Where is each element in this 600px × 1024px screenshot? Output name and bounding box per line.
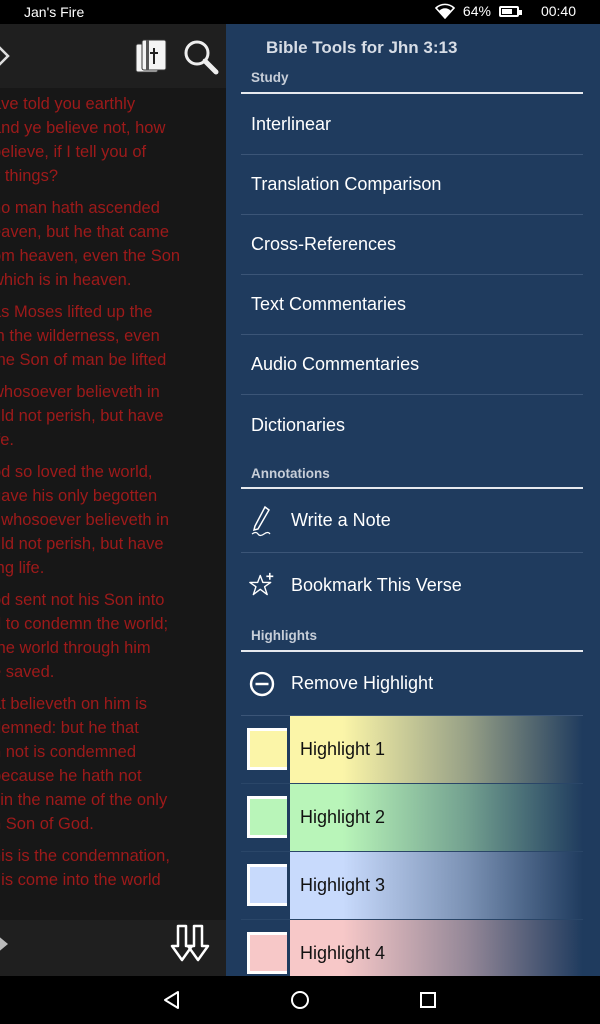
- wifi-icon: [434, 3, 455, 19]
- highlight-option-4[interactable]: Highlight 4: [241, 920, 583, 976]
- section-header-highlights: Highlights: [241, 628, 583, 652]
- reader-toolbar: [0, 24, 226, 88]
- menu-item-label: Interlinear: [251, 114, 332, 134]
- verse-line: uld not perish, but have: [0, 535, 164, 553]
- menu-item-label: Bookmark This Verse: [291, 574, 462, 595]
- highlight-label: Highlight 4: [300, 943, 386, 963]
- menu-item-label: Write a Note: [291, 510, 391, 530]
- star-plus-icon: [249, 570, 275, 600]
- menu-item-audio-commentaries[interactable]: Audio Commentaries: [241, 335, 583, 395]
- highlight-option-2[interactable]: Highlight 2: [241, 784, 583, 852]
- menu-item-write-note[interactable]: Write a Note: [241, 489, 583, 553]
- play-icon[interactable]: [0, 930, 12, 958]
- verse-line: believe, if I tell you of: [0, 143, 147, 161]
- verse-line: om heaven, even the Son: [0, 247, 181, 265]
- verse-line: ave told you earthly: [0, 95, 136, 113]
- verse-paragraph[interactable]: whosoever believeth in uld not perish, bu…: [0, 380, 226, 460]
- menu-item-label: Audio Commentaries: [251, 354, 420, 374]
- verse-line: his is the condemnation,: [0, 847, 170, 865]
- highlight-label: Highlight 3: [300, 875, 386, 895]
- verse-line: l in the name of the only: [0, 791, 168, 809]
- verse-line: od sent not his Son into: [0, 591, 165, 609]
- back-icon[interactable]: [162, 990, 182, 1010]
- verse-paragraph[interactable]: ave told you earthly and ye believe not, …: [0, 92, 226, 196]
- status-icons: 64% 00:40: [434, 3, 576, 19]
- verse-line: od so loved the world,: [0, 463, 153, 481]
- verse-line: t whosoever believeth in: [0, 511, 170, 529]
- verse-line: d to condemn the world;: [0, 615, 169, 633]
- battery-icon: [498, 5, 522, 17]
- verse-line: gave his only begotten: [0, 487, 158, 505]
- carrier-name: Jan's Fire: [24, 4, 85, 20]
- verse-line: h not is condemned: [0, 743, 137, 761]
- menu-item-bookmark-verse[interactable]: Bookmark This Verse: [241, 553, 583, 617]
- section-header-annotations: Annotations: [241, 466, 583, 489]
- verse-line: no man hath ascended: [0, 199, 160, 217]
- verse-line: in the wilderness, even: [0, 327, 160, 345]
- verse-paragraph[interactable]: od sent not his Son into d to condemn the…: [0, 588, 226, 692]
- menu-item-interlinear[interactable]: Interlinear: [241, 95, 583, 155]
- drawer-title: Bible Tools for Jhn 3:13: [266, 38, 458, 57]
- menu-item-label: Cross-References: [251, 234, 397, 254]
- verse-paragraph[interactable]: od so loved the world, gave his only bego…: [0, 460, 226, 588]
- reader-pane: ave told you earthly and ye believe not, …: [0, 24, 226, 976]
- minus-circle-icon: [249, 669, 275, 699]
- reader-bottombar: [0, 920, 226, 976]
- bibles-icon[interactable]: [132, 36, 172, 76]
- menu-item-dictionaries[interactable]: Dictionaries: [241, 395, 583, 455]
- highlight-label: Highlight 2: [300, 807, 386, 827]
- highlight-swatch: [247, 932, 287, 974]
- verse-paragraph[interactable]: no man hath ascended eaven, but he that c…: [0, 196, 226, 300]
- menu-item-label: Text Commentaries: [251, 294, 407, 314]
- scroll-down-icon[interactable]: [168, 924, 212, 966]
- verse-line: at believeth on him is: [0, 695, 148, 713]
- verse-text: ave told you earthly and ye believe not, …: [0, 88, 226, 924]
- verse-line: demned: but he that: [0, 719, 139, 737]
- verse-paragraph[interactable]: as Moses lifted up the in the wilderness,…: [0, 300, 226, 380]
- verse-line: the world through him: [0, 639, 151, 657]
- verse-line: ing life.: [0, 559, 45, 577]
- highlight-option-3[interactable]: Highlight 3: [241, 852, 583, 920]
- clock: 00:40: [540, 3, 576, 19]
- verse-line: and ye believe not, how: [0, 119, 166, 137]
- verse-line: the Son of man be lifted: [0, 351, 167, 369]
- verse-line: because he hath not: [0, 767, 142, 785]
- menu-item-text-commentaries[interactable]: Text Commentaries: [241, 275, 583, 335]
- search-icon[interactable]: [182, 38, 220, 76]
- verse-line: whosoever believeth in: [0, 383, 160, 401]
- chevron-right-icon[interactable]: [0, 42, 12, 70]
- verse-line: eaven, but he that came: [0, 223, 170, 241]
- verse-line: as Moses lifted up the: [0, 303, 153, 321]
- menu-item-label: Translation Comparison: [251, 174, 442, 194]
- recents-icon[interactable]: [418, 990, 438, 1010]
- highlight-label: Highlight 1: [300, 739, 386, 759]
- menu-item-label: Dictionaries: [251, 414, 346, 435]
- verse-line: n Son of God.: [0, 815, 94, 833]
- highlight-swatch: [247, 796, 287, 838]
- menu-item-label: Remove Highlight: [291, 673, 434, 693]
- pen-icon: [249, 505, 275, 536]
- verse-paragraph[interactable]: at believeth on him is demned: but he tha…: [0, 692, 226, 844]
- verse-line: e saved.: [0, 663, 55, 681]
- bible-tools-drawer: Bible Tools for Jhn 3:13 Study Interline…: [226, 24, 600, 976]
- verse-paragraph[interactable]: his is the condemnation, t is come into t…: [0, 844, 226, 900]
- menu-item-translation-comparison[interactable]: Translation Comparison: [241, 155, 583, 215]
- highlight-swatch: [247, 728, 287, 770]
- section-header-study: Study: [241, 70, 583, 94]
- highlight-swatch: [247, 864, 287, 906]
- system-nav-bar: [0, 976, 600, 1024]
- status-bar: Jan's Fire 64% 00:40: [0, 0, 600, 24]
- verse-line: t is come into the world: [0, 871, 161, 889]
- home-icon[interactable]: [290, 990, 310, 1010]
- menu-item-cross-references[interactable]: Cross-References: [241, 215, 583, 275]
- highlight-option-1[interactable]: Highlight 1: [241, 716, 583, 784]
- verse-line: ife.: [0, 431, 15, 449]
- verse-line: y things?: [0, 167, 59, 185]
- verse-line: which is in heaven.: [0, 271, 132, 289]
- menu-item-remove-highlight[interactable]: Remove Highlight: [241, 652, 583, 716]
- verse-line: uld not perish, but have: [0, 407, 164, 425]
- battery-percent: 64%: [462, 3, 491, 19]
